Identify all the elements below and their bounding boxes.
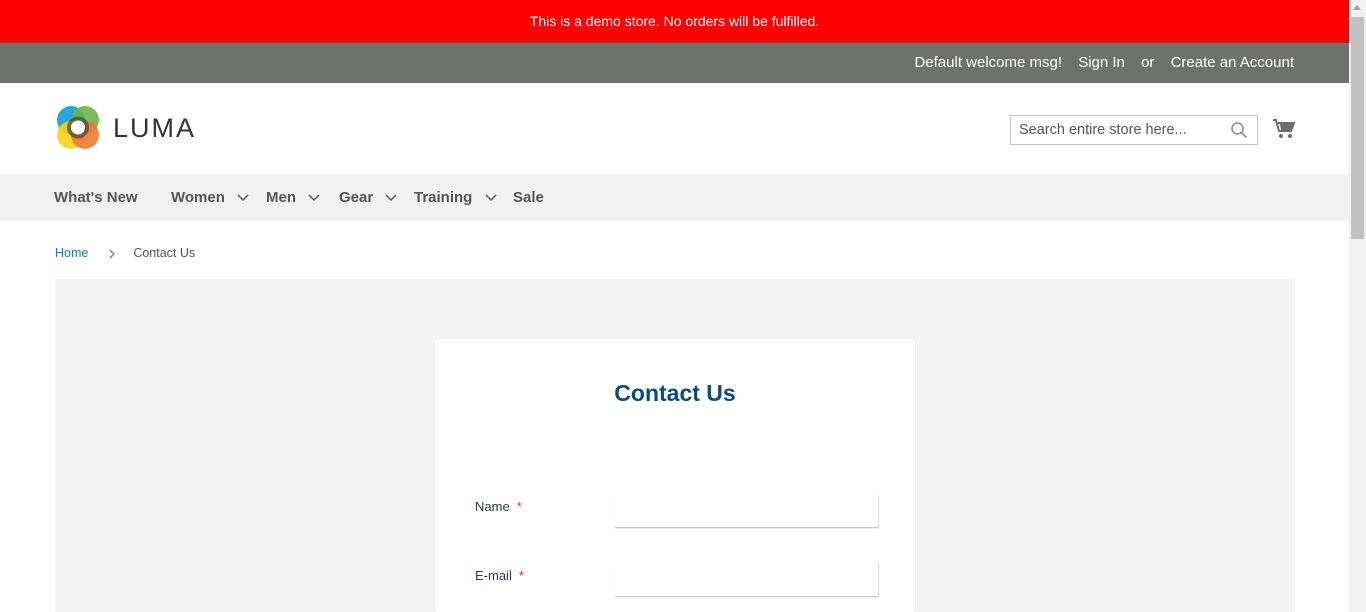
chevron-down-icon xyxy=(308,194,320,202)
field-label-text: Name xyxy=(475,499,510,514)
required-marker: * xyxy=(516,499,522,514)
luma-logo-icon xyxy=(57,106,99,149)
search-input[interactable] xyxy=(1011,116,1224,144)
nav-item-whats-new[interactable]: What's New xyxy=(54,174,138,221)
main-navigation: What's New Women Men Gear Training Sale xyxy=(0,174,1349,221)
breadcrumb: Home Contact Us xyxy=(55,246,195,260)
search-icon[interactable] xyxy=(1230,121,1248,139)
scrollbar-thumb[interactable] xyxy=(1351,17,1364,239)
nav-label: Women xyxy=(171,189,225,206)
nav-item-training[interactable]: Training xyxy=(414,174,497,221)
contact-form-card: Contact Us Name * E-mail * xyxy=(435,339,915,612)
sign-in-link[interactable]: Sign In xyxy=(1078,54,1125,71)
chevron-down-icon xyxy=(484,194,497,202)
logo-text: LUMA xyxy=(113,113,197,143)
or-text: or xyxy=(1141,54,1155,71)
field-label-text: E-mail xyxy=(475,568,512,583)
header-links: Default welcome msg! Sign In or Create a… xyxy=(902,43,1294,83)
page-title: Contact Us xyxy=(614,380,736,406)
create-account-link[interactable]: Create an Account xyxy=(1171,54,1294,71)
header-panel: Default welcome msg! Sign In or Create a… xyxy=(0,43,1349,83)
breadcrumb-home-link[interactable]: Home xyxy=(55,246,88,260)
scroll-up-arrow-icon[interactable] xyxy=(1353,5,1361,10)
chevron-down-icon xyxy=(385,194,397,202)
email-label: E-mail * xyxy=(475,568,524,583)
breadcrumb-current: Contact Us xyxy=(133,246,196,260)
nav-label: Men xyxy=(266,189,296,206)
demo-store-notice: This is a demo store. No orders will be … xyxy=(0,0,1349,43)
store-logo[interactable]: LUMA xyxy=(55,105,205,151)
nav-label: Gear xyxy=(339,189,374,206)
search-box xyxy=(1010,115,1258,145)
required-marker: * xyxy=(518,568,524,583)
chevron-right-icon xyxy=(109,249,115,259)
nav-item-sale[interactable]: Sale xyxy=(513,174,544,221)
cart-icon[interactable] xyxy=(1272,117,1296,141)
chevron-down-icon xyxy=(237,194,249,202)
name-field[interactable] xyxy=(615,495,879,528)
nav-item-men[interactable]: Men xyxy=(266,174,320,221)
nav-item-women[interactable]: Women xyxy=(171,174,249,221)
nav-item-gear[interactable]: Gear xyxy=(339,174,397,221)
email-field[interactable] xyxy=(615,564,879,597)
welcome-message: Default welcome msg! xyxy=(914,54,1063,71)
nav-label: Sale xyxy=(513,189,544,206)
nav-label: Training xyxy=(414,189,473,206)
nav-label: What's New xyxy=(54,189,138,206)
name-label: Name * xyxy=(475,499,522,514)
site-header: LUMA xyxy=(0,83,1349,174)
